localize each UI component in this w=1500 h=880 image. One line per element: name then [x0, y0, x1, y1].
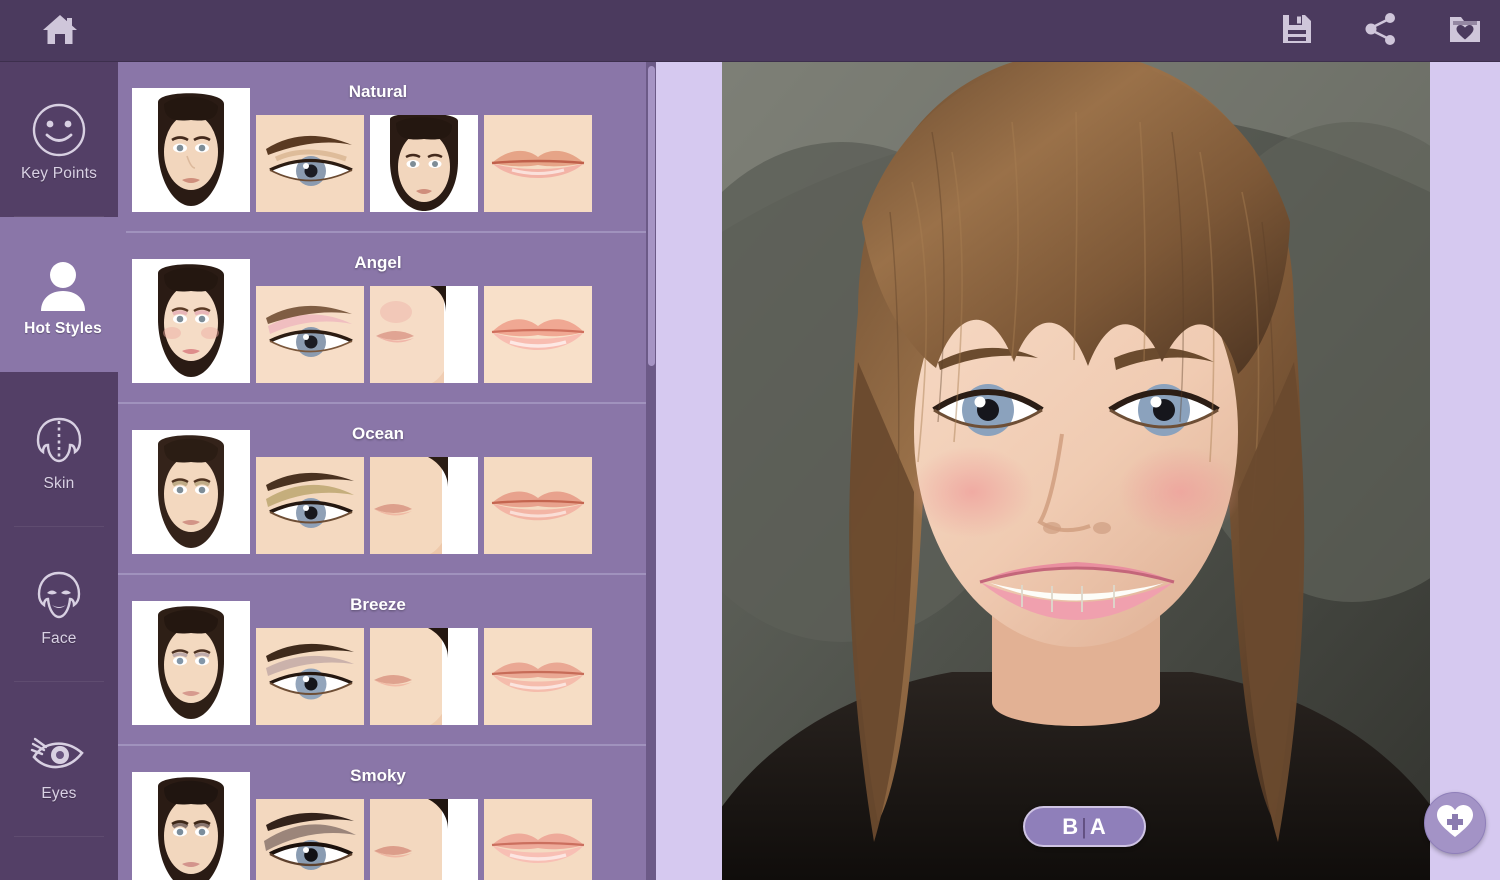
sidebar-item-label: Face — [41, 629, 77, 647]
face-thumb[interactable] — [370, 286, 478, 383]
sidebar-item-skin[interactable]: Skin — [0, 372, 118, 527]
left-sidebar: Key Points Hot Styles Skin Face Eyes — [0, 62, 126, 880]
before-label: B — [1062, 813, 1080, 839]
save-button[interactable] — [1276, 9, 1318, 53]
style-row[interactable]: Breeze — [118, 575, 656, 746]
sidebar-item-label: Skin — [43, 474, 75, 492]
home-icon — [40, 11, 80, 52]
add-favorite-button[interactable] — [1424, 792, 1486, 854]
before-after-separator: | — [1081, 813, 1088, 839]
eye-icon — [28, 717, 90, 779]
face-thumb[interactable] — [370, 799, 478, 880]
after-label: A — [1089, 813, 1107, 839]
full-face-thumb[interactable] — [132, 772, 250, 880]
full-face-thumb[interactable] — [132, 601, 250, 725]
head-skin-icon — [30, 407, 88, 469]
face-thumb[interactable] — [370, 457, 478, 554]
toolbar-actions — [1276, 6, 1486, 56]
style-thumbnails — [132, 601, 592, 725]
save-icon — [1280, 12, 1314, 51]
eye-closeup-thumb[interactable] — [256, 457, 364, 554]
full-face-thumb[interactable] — [132, 88, 250, 212]
sidebar-item-label: Key Points — [20, 164, 98, 182]
hot-styles-panel[interactable]: Natural Angel Ocean Breeze Smoky — [118, 62, 656, 880]
lips-icon — [28, 872, 90, 880]
sidebar-item-hot-styles[interactable]: Hot Styles — [0, 217, 126, 372]
full-face-thumb[interactable] — [132, 259, 250, 383]
face-icon — [30, 562, 88, 624]
style-row[interactable]: Ocean — [118, 404, 656, 575]
sidebar-item-mouth[interactable]: Mouth — [0, 837, 118, 880]
lips-thumb[interactable] — [484, 799, 592, 880]
face-thumb[interactable] — [370, 628, 478, 725]
sidebar-item-face[interactable]: Face — [0, 527, 118, 682]
style-thumbnails — [132, 772, 592, 880]
lips-thumb[interactable] — [484, 457, 592, 554]
style-thumbnails — [132, 88, 592, 212]
face-thumb[interactable] — [370, 115, 478, 212]
favorites-folder-button[interactable] — [1444, 9, 1486, 53]
style-row[interactable]: Angel — [118, 233, 656, 404]
style-thumbnails — [132, 259, 592, 383]
heart-plus-icon — [1435, 802, 1475, 845]
lips-thumb[interactable] — [484, 115, 592, 212]
lips-thumb[interactable] — [484, 286, 592, 383]
style-list: Natural Angel Ocean Breeze Smoky — [118, 62, 656, 880]
panel-scrollbar-thumb[interactable] — [648, 66, 655, 366]
sidebar-item-label: Eyes — [41, 784, 77, 802]
edited-photo[interactable] — [722, 62, 1430, 880]
eye-closeup-thumb[interactable] — [256, 115, 364, 212]
sidebar-item-label: Hot Styles — [24, 319, 102, 337]
top-toolbar — [0, 0, 1500, 62]
sidebar-item-eyes[interactable]: Eyes — [0, 682, 118, 837]
eye-closeup-thumb[interactable] — [256, 628, 364, 725]
full-face-thumb[interactable] — [132, 430, 250, 554]
lips-thumb[interactable] — [484, 628, 592, 725]
share-icon — [1363, 12, 1399, 51]
style-row[interactable]: Natural — [118, 62, 656, 233]
eye-closeup-thumb[interactable] — [256, 799, 364, 880]
person-icon — [34, 252, 92, 314]
eye-closeup-thumb[interactable] — [256, 286, 364, 383]
photo-canvas[interactable]: B | A — [656, 62, 1500, 880]
style-thumbnails — [132, 430, 592, 554]
panel-scrollbar-track[interactable] — [646, 62, 656, 880]
style-row[interactable]: Smoky — [118, 746, 656, 880]
smiley-face-icon — [30, 97, 88, 159]
home-button[interactable] — [32, 8, 88, 54]
folder-heart-icon — [1447, 12, 1483, 51]
sidebar-item-key-points[interactable]: Key Points — [0, 62, 118, 217]
share-button[interactable] — [1360, 9, 1402, 53]
before-after-toggle[interactable]: B | A — [1023, 806, 1146, 847]
